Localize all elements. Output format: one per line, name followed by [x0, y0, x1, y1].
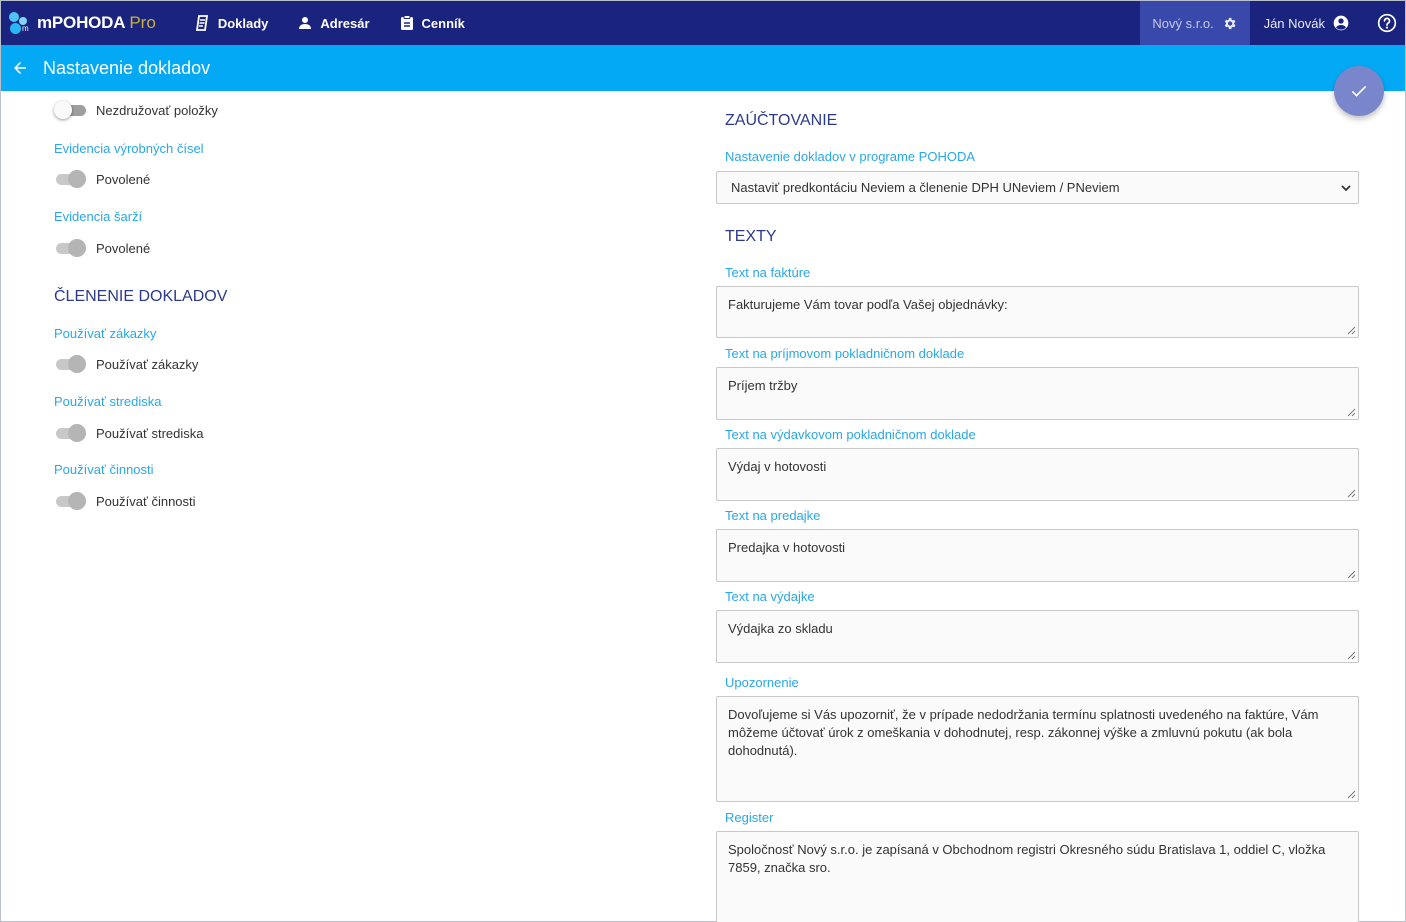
text-faktura-label: Text na faktúre — [725, 265, 811, 280]
upozornenie-label: Upozornenie — [725, 675, 799, 690]
register-label: Register — [725, 810, 774, 825]
gear-icon — [1224, 17, 1236, 29]
clenenie-section-title: ČLENENIE DOKLADOV — [54, 288, 228, 305]
text-faktura-value: Fakturujeme Vám tovar podľa Vašej objedn… — [728, 297, 1008, 312]
evidencia-vyrobnych-heading: Evidencia výrobných čísel — [54, 141, 204, 156]
toggle-nezdruzovat-row[interactable]: Nezdružovať položky — [54, 101, 218, 119]
pohoda-setting-value: Nastaviť predkontáciu Neviem a členenie … — [731, 180, 1120, 195]
nav-adresar-label: Adresár — [320, 15, 370, 31]
resize-handle-icon[interactable] — [1347, 408, 1356, 417]
nav-cennik[interactable]: Cenník — [400, 15, 465, 31]
brand[interactable]: m mPOHODA Pro — [9, 1, 156, 45]
navbar-right: Nový s.r.o. Ján Novák — [1139, 1, 1405, 45]
user-name: Ján Novák — [1263, 15, 1325, 31]
zakazky-heading: Používať zákazky — [54, 326, 157, 341]
toggle-cinnosti-row[interactable]: Používať činnosti — [54, 492, 196, 510]
page-title: Nastavenie dokladov — [43, 57, 211, 78]
text-prijmovy-textarea[interactable]: Príjem tržby — [716, 367, 1359, 420]
toggle-nezdruzovat[interactable] — [54, 101, 88, 119]
resize-handle-icon[interactable] — [1347, 570, 1356, 579]
toggle-strediska-row[interactable]: Používať strediska — [54, 424, 203, 442]
resize-handle-icon[interactable] — [1347, 489, 1356, 498]
texty-section-title: TEXTY — [725, 228, 777, 245]
toggle-evidencia-vyrobnych-label: Povolené — [96, 171, 151, 187]
page-header-bar: Nastavenie dokladov — [1, 45, 1405, 91]
register-value: Spoločnosť Nový s.r.o. je zapísaná v Obc… — [728, 842, 1326, 875]
toggle-cinnosti[interactable] — [54, 492, 88, 510]
check-icon — [1351, 85, 1367, 97]
nav-adresar[interactable]: Adresár — [298, 15, 370, 31]
toggle-evidencia-vyrobnych-row[interactable]: Povolené — [54, 170, 150, 188]
save-button[interactable] — [1334, 66, 1384, 116]
help-icon — [1377, 13, 1397, 33]
chevron-down-icon — [1341, 185, 1351, 192]
toggle-strediska-label: Používať strediska — [96, 425, 204, 441]
mpohoda-logo-icon: m — [9, 12, 31, 34]
toggle-zakazky-label: Používať zákazky — [96, 356, 199, 372]
text-vydajka-textarea[interactable]: Výdajka zo skladu — [716, 610, 1359, 663]
toggle-nezdruzovat-label: Nezdružovať položky — [96, 102, 218, 118]
brand-suffix: Pro — [129, 13, 156, 32]
company-name: Nový s.r.o. — [1152, 15, 1214, 31]
cinnosti-heading: Používať činnosti — [54, 462, 154, 477]
toggle-cinnosti-label: Používať činnosti — [96, 493, 196, 509]
toggle-strediska[interactable] — [54, 424, 88, 442]
text-prijmovy-value: Príjem tržby — [728, 378, 798, 393]
company-selector[interactable]: Nový s.r.o. — [1139, 1, 1250, 45]
text-predajka-textarea[interactable]: Predajka v hotovosti — [716, 529, 1359, 582]
clipboard-icon — [400, 15, 413, 30]
pohoda-setting-select[interactable]: Nastaviť predkontáciu Neviem a členenie … — [716, 171, 1359, 204]
brand-name: mPOHODA — [37, 13, 126, 32]
documents-icon — [195, 15, 208, 31]
back-button[interactable] — [11, 59, 29, 77]
text-vydajka-value: Výdajka zo skladu — [728, 621, 833, 636]
text-prijmovy-label: Text na príjmovom pokladničnom doklade — [725, 346, 965, 361]
toggle-evidencia-sarzi[interactable] — [54, 239, 88, 257]
pohoda-setting-label: Nastavenie dokladov v programe POHODA — [725, 149, 976, 164]
toggle-evidencia-vyrobnych[interactable] — [54, 170, 88, 188]
text-vydajka-label: Text na výdajke — [725, 589, 815, 604]
text-vydavkovy-textarea[interactable]: Výdaj v hotovosti — [716, 448, 1359, 501]
text-predajka-label: Text na predajke — [725, 508, 821, 523]
resize-handle-icon[interactable] — [1347, 790, 1356, 799]
nav-cennik-label: Cenník — [421, 15, 465, 31]
toggle-evidencia-sarzi-label: Povolené — [96, 240, 151, 256]
text-faktura-textarea[interactable]: Fakturujeme Vám tovar podľa Vašej objedn… — [716, 286, 1359, 338]
nav-doklady[interactable]: Doklady — [195, 15, 269, 31]
text-vydavkovy-value: Výdaj v hotovosti — [728, 459, 827, 474]
resize-handle-icon[interactable] — [1347, 326, 1356, 335]
person-icon — [299, 17, 312, 29]
toggle-zakazky[interactable] — [54, 355, 88, 373]
top-navbar: m mPOHODA Pro Doklady Adresár Cenník Nov… — [1, 1, 1405, 45]
arrow-back-icon — [14, 62, 26, 74]
text-vydavkovy-label: Text na výdavkovom pokladničnom doklade — [725, 427, 976, 442]
zauctovanie-section-title: ZAÚČTOVANIE — [725, 112, 838, 129]
toggle-zakazky-row[interactable]: Používať zákazky — [54, 355, 198, 373]
strediska-heading: Používať strediska — [54, 394, 162, 409]
text-predajka-value: Predajka v hotovosti — [728, 540, 846, 555]
help-button[interactable] — [1377, 13, 1397, 33]
register-textarea[interactable]: Spoločnosť Nový s.r.o. je zapísaná v Obc… — [716, 831, 1359, 922]
user-menu[interactable]: Ján Novák — [1264, 15, 1349, 31]
upozornenie-value: Dovoľujeme si Vás upozorniť, že v prípad… — [728, 707, 1319, 758]
toggle-evidencia-sarzi-row[interactable]: Povolené — [54, 239, 150, 257]
upozornenie-textarea[interactable]: Dovoľujeme si Vás upozorniť, že v prípad… — [716, 696, 1359, 802]
resize-handle-icon[interactable] — [1347, 651, 1356, 660]
nav-doklady-label: Doklady — [217, 15, 269, 31]
account-circle-icon — [1333, 15, 1349, 31]
evidencia-sarzi-heading: Evidencia šarží — [54, 209, 143, 224]
